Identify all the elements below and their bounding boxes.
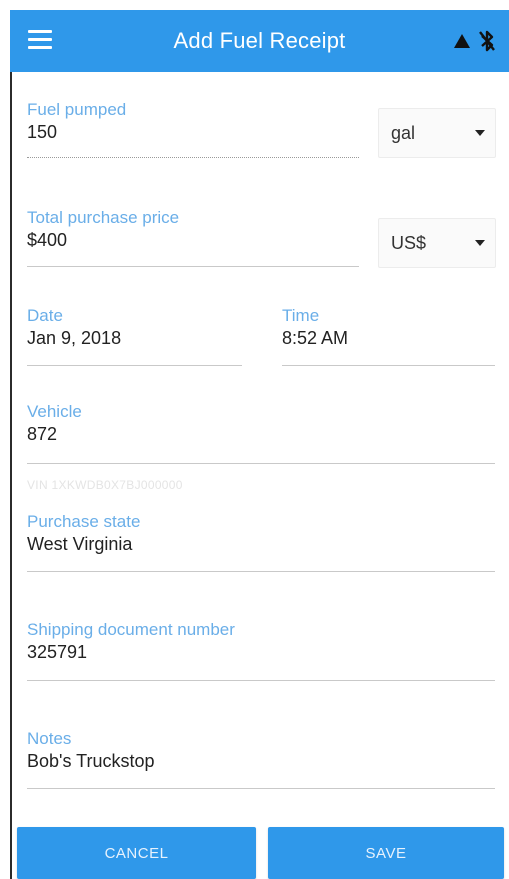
date-field[interactable]: Date Jan 9, 2018	[27, 306, 242, 366]
currency-select[interactable]: US$	[378, 218, 496, 268]
vehicle-underline	[27, 463, 495, 464]
shipping-doc-label: Shipping document number	[27, 620, 235, 639]
total-price-label: Total purchase price	[27, 208, 180, 227]
bluetooth-disabled-icon[interactable]	[479, 30, 495, 52]
date-input[interactable]: Jan 9, 2018	[27, 328, 242, 349]
total-price-input[interactable]: $400	[27, 230, 359, 251]
notes-field[interactable]: Notes Bob's Truckstop	[27, 729, 495, 789]
chevron-down-icon	[475, 130, 485, 136]
fuel-pumped-input[interactable]: 150	[27, 122, 359, 143]
fuel-pumped-field[interactable]: Fuel pumped 150	[27, 100, 359, 158]
notes-underline	[27, 788, 495, 789]
time-underline	[282, 365, 495, 366]
page-title: Add Fuel Receipt	[173, 28, 346, 53]
shipping-doc-underline	[27, 680, 495, 681]
time-field[interactable]: Time 8:52 AM	[282, 306, 495, 366]
purchase-state-input[interactable]: West Virginia	[27, 534, 495, 555]
status-icons	[453, 30, 495, 52]
shipping-doc-input[interactable]: 325791	[27, 642, 495, 663]
vehicle-hint: VIN 1XKWDB0X7BJ000000	[27, 478, 183, 492]
purchase-state-underline	[27, 571, 495, 572]
vehicle-input[interactable]: 872	[27, 424, 495, 445]
vehicle-label: Vehicle	[27, 402, 82, 421]
fuel-unit-select[interactable]: gal	[378, 108, 496, 158]
signal-triangle-icon	[454, 34, 470, 48]
app-bar: Add Fuel Receipt	[10, 10, 509, 72]
save-button[interactable]: SAVE	[268, 827, 504, 879]
total-price-field[interactable]: Total purchase price $400	[27, 208, 359, 267]
currency-value: US$	[391, 233, 427, 253]
notes-label: Notes	[27, 729, 72, 748]
cancel-button[interactable]: CANCEL	[17, 827, 256, 879]
fuel-unit-value: gal	[391, 123, 416, 143]
purchase-state-field[interactable]: Purchase state West Virginia	[27, 512, 495, 572]
fuel-pumped-underline	[27, 156, 359, 158]
total-price-underline	[27, 266, 359, 267]
purchase-state-label: Purchase state	[27, 512, 141, 531]
notes-input[interactable]: Bob's Truckstop	[27, 751, 495, 772]
chevron-down-icon	[475, 240, 485, 246]
date-underline	[27, 365, 242, 366]
time-input[interactable]: 8:52 AM	[282, 328, 495, 349]
time-label: Time	[282, 306, 320, 325]
fuel-pumped-label: Fuel pumped	[27, 100, 127, 119]
shipping-doc-field[interactable]: Shipping document number 325791	[27, 620, 495, 681]
date-label: Date	[27, 306, 63, 325]
vehicle-field[interactable]: Vehicle 872	[27, 402, 495, 464]
